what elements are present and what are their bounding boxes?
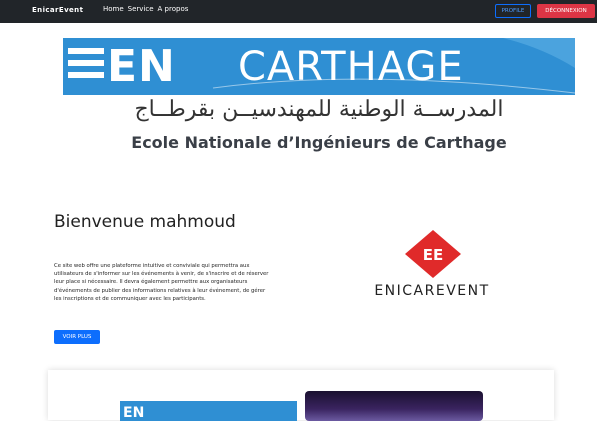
nav-link-a-propos[interactable]: A propos xyxy=(158,5,189,13)
nav-links: Home Service A propos xyxy=(103,5,188,13)
enicarevent-wordmark: ENICAREVENT xyxy=(374,283,490,299)
school-name-arabic: المدرســة الوطنية للمهندسيــن بقرطــاج xyxy=(134,97,504,122)
thumbnail-logo-fragment: EN xyxy=(123,405,145,421)
school-name-french: Ecole Nationale d’Ingénieurs de Carthage xyxy=(131,133,507,152)
logo-initials: EE xyxy=(423,246,444,264)
logout-button[interactable]: DÉCONNEXION xyxy=(537,4,595,18)
welcome-heading: Bienvenue mahmoud xyxy=(54,212,236,232)
nav-link-service[interactable]: Service xyxy=(128,5,154,13)
navbar: EnicarEvent Home Service A propos PROFIL… xyxy=(0,0,597,23)
school-logo-banner: EN CARTHAGE xyxy=(63,38,575,95)
logo-carthage-text: CARTHAGE xyxy=(238,44,464,90)
nav-link-home[interactable]: Home xyxy=(103,5,124,13)
logo-en-text: EN xyxy=(107,41,176,92)
see-more-button[interactable]: VOIR PLUS xyxy=(54,330,100,344)
brand-logo[interactable]: EnicarEvent xyxy=(32,6,83,14)
event-thumbnail[interactable]: EN xyxy=(120,401,297,421)
profile-button[interactable]: PROFILE xyxy=(495,4,531,18)
enicarevent-logo-icon: EE xyxy=(405,230,461,278)
event-photo-thumbnail[interactable] xyxy=(305,391,483,421)
events-card-section: EN xyxy=(48,370,554,421)
site-description: Ce site web offre une plateforme intuiti… xyxy=(54,263,269,302)
